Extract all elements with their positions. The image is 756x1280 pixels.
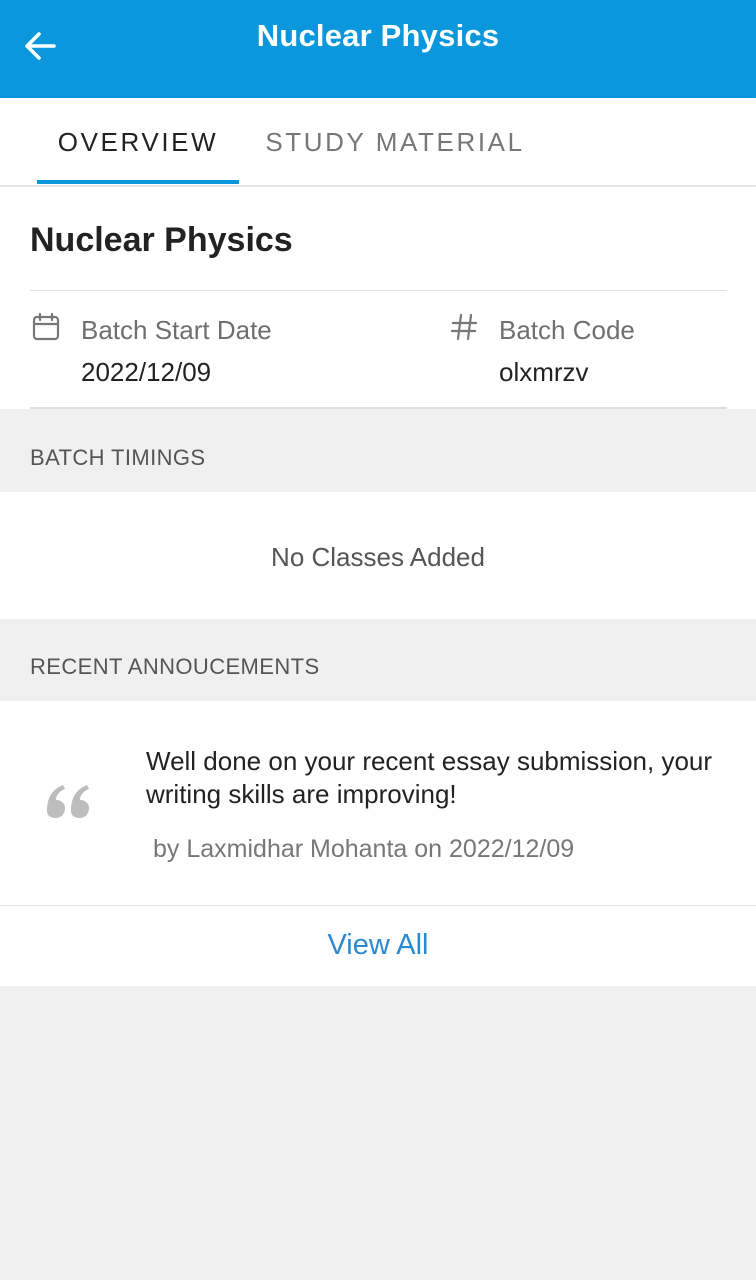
hash-icon [448, 311, 480, 343]
batch-start-date-value: 2022/12/09 [81, 357, 212, 387]
view-all-link[interactable]: View All [0, 929, 756, 962]
tab-study-material[interactable]: STUDY MATERIAL [250, 98, 540, 186]
tab-bar: OVERVIEW STUDY MATERIAL [0, 98, 756, 186]
announcement-meta: by Laxmidhar Mohanta on 2022/12/09 [153, 835, 575, 863]
batch-start-date-label: Batch Start Date [81, 315, 272, 345]
announcements-panel: Well done on your recent essay submissio… [0, 701, 756, 986]
batch-timings-header-text: BATCH TIMINGS [30, 445, 206, 470]
batch-timings-header: BATCH TIMINGS [0, 409, 756, 492]
no-classes-text: No Classes Added [271, 542, 485, 572]
calendar-icon [30, 311, 62, 343]
announcements-header-text: RECENT ANNOUCEMENTS [30, 654, 320, 679]
active-tab-indicator [37, 180, 239, 184]
quote-icon [44, 777, 94, 827]
course-title: Nuclear Physics [30, 221, 293, 259]
app-bar: Nuclear Physics [0, 0, 756, 98]
announcement-text: Well done on your recent essay submissio… [146, 746, 713, 809]
batch-code-label: Batch Code [499, 315, 635, 345]
divider [30, 290, 727, 291]
course-info-card: Nuclear Physics Batch Start Date 2022/12… [0, 187, 756, 409]
batch-code-value: olxmrzv [499, 357, 589, 387]
tab-overview[interactable]: OVERVIEW [37, 98, 239, 186]
app-bar-title: Nuclear Physics [256, 18, 500, 53]
divider [0, 905, 756, 906]
batch-timings-panel: No Classes Added [0, 492, 756, 619]
announcements-header: RECENT ANNOUCEMENTS [0, 619, 756, 701]
